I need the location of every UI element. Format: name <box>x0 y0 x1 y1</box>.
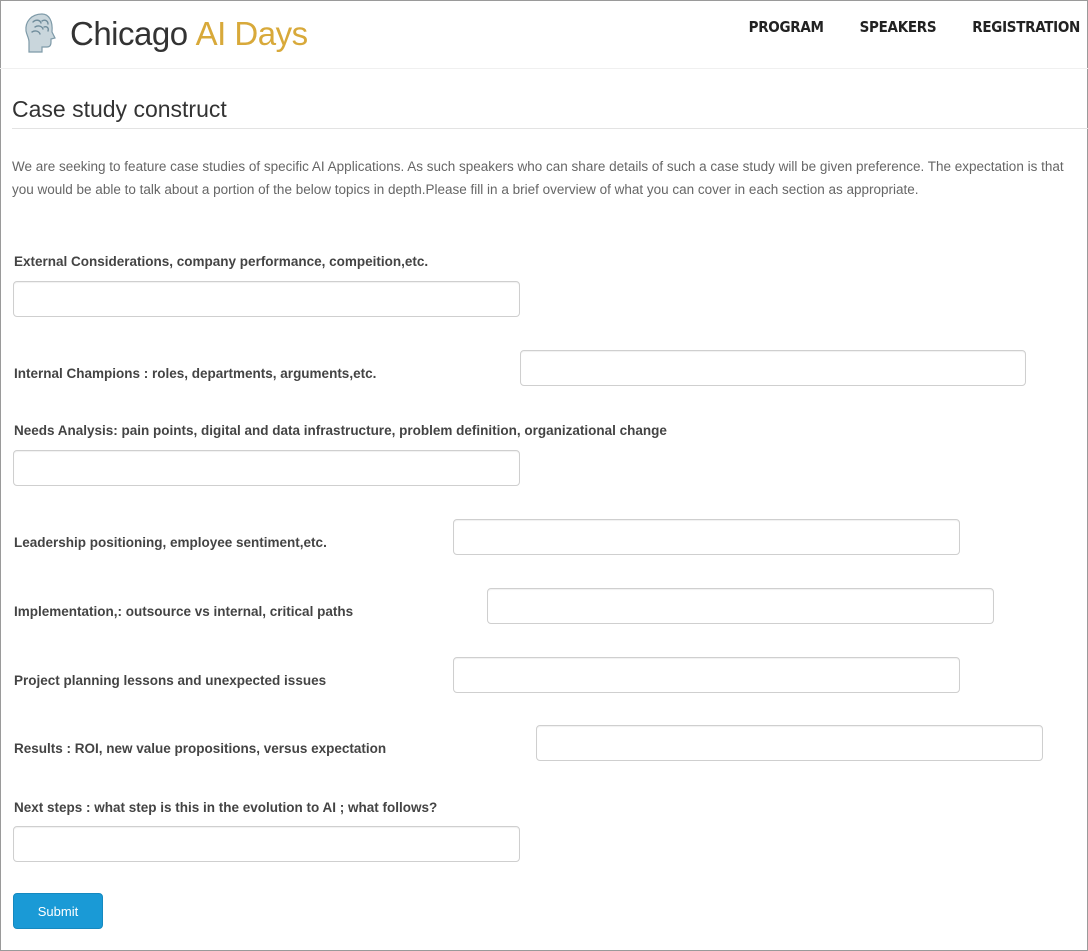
input-next-steps[interactable] <box>13 826 520 862</box>
input-project-planning[interactable] <box>453 657 960 693</box>
label-needs-analysis: Needs Analysis: pain points, digital and… <box>14 423 667 438</box>
brain-head-icon <box>25 13 56 53</box>
label-next-steps: Next steps : what step is this in the ev… <box>14 800 438 815</box>
logo-word-ai-days: AI Days <box>195 15 309 52</box>
site-logo[interactable]: Chicago AI Days <box>22 8 308 60</box>
input-needs-analysis[interactable] <box>13 450 520 486</box>
input-external-considerations[interactable] <box>13 281 520 317</box>
input-results[interactable] <box>536 725 1043 761</box>
logo-word-chicago: Chicago <box>70 15 188 52</box>
submit-button[interactable]: Submit <box>13 893 103 929</box>
nav-registration[interactable]: REGISTRATION <box>972 18 1080 36</box>
label-internal-champions: Internal Champions : roles, departments,… <box>14 366 377 381</box>
page-title: Case study construct <box>12 96 227 122</box>
title-divider <box>12 128 1088 129</box>
main-nav: PROGRAM SPEAKERS REGISTRATION <box>713 18 1081 36</box>
input-implementation[interactable] <box>487 588 994 624</box>
input-leadership-positioning[interactable] <box>453 519 960 555</box>
intro-text: We are seeking to feature case studies o… <box>12 159 1064 197</box>
label-implementation: Implementation,: outsource vs internal, … <box>14 604 354 619</box>
label-external-considerations: External Considerations, company perform… <box>14 254 429 269</box>
nav-speakers[interactable]: SPEAKERS <box>860 18 937 36</box>
input-internal-champions[interactable] <box>520 350 1026 386</box>
site-header: Chicago AI Days PROGRAM SPEAKERS REGISTRA… <box>0 0 1088 69</box>
nav-program[interactable]: PROGRAM <box>749 18 824 36</box>
label-project-planning: Project planning lessons and unexpected … <box>14 673 327 688</box>
label-results: Results : ROI, new value propositions, v… <box>14 741 387 756</box>
label-leadership-positioning: Leadership positioning, employee sentime… <box>14 535 327 550</box>
